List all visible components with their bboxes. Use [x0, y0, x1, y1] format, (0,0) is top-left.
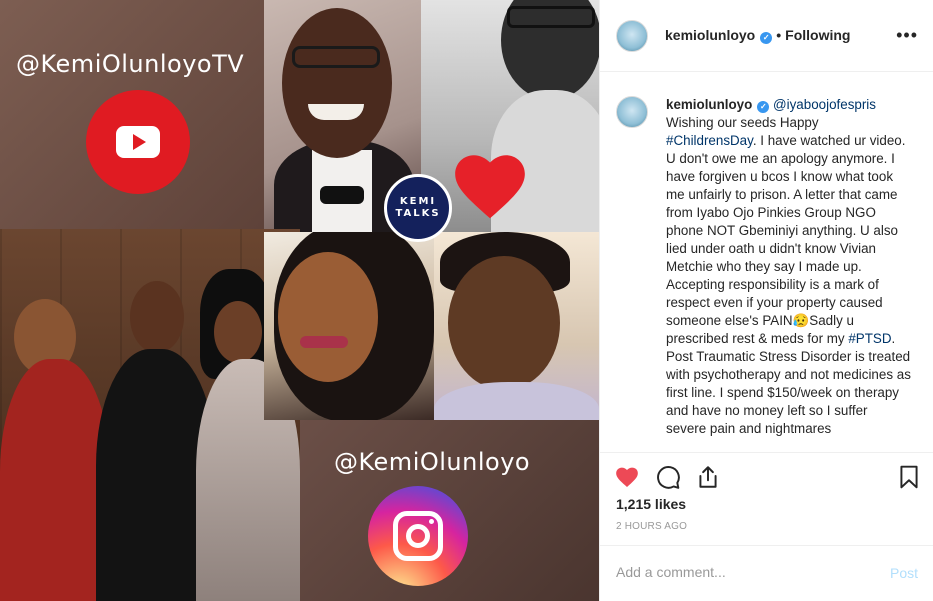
kemi-talks-badge: KEMI TALKS	[384, 174, 452, 242]
instagram-handle-text: @KemiOlunloyo	[334, 448, 531, 476]
caption-text-2: . I have watched ur video. U don't owe m…	[666, 133, 910, 346]
header-username-row: kemiolunloyo ✓ • Following	[665, 27, 850, 44]
badge-line-1: KEMI	[399, 196, 437, 207]
post-image[interactable]: @KemiOlunloyoTV KEMI TALKS @KemiOlunloyo	[0, 0, 599, 601]
following-button[interactable]: Following	[785, 27, 850, 43]
more-horizontal-icon[interactable]: •••	[896, 26, 918, 44]
youtube-logo-icon	[86, 90, 190, 194]
photo-boy	[434, 232, 599, 420]
share-icon[interactable]	[695, 464, 721, 490]
caption-avatar[interactable]	[616, 96, 648, 128]
verified-badge-icon: ✓	[757, 101, 770, 113]
post-comment-button[interactable]: Post	[890, 565, 918, 581]
youtube-tile: @KemiOlunloyoTV	[0, 0, 264, 229]
post-timestamp[interactable]: 2 HOURS AGO	[616, 521, 687, 532]
action-bar	[600, 452, 933, 500]
caption-area: kemiolunloyo ✓ @iyaboojofespris Wishing o…	[600, 72, 933, 452]
caption-mention-link[interactable]: @iyaboojofespris	[773, 97, 876, 112]
photo-woman	[264, 232, 434, 420]
youtube-handle-text: @KemiOlunloyoTV	[16, 50, 245, 78]
photo-family	[0, 229, 300, 601]
verified-badge-icon: ✓	[760, 32, 773, 44]
instagram-tile: @KemiOlunloyo	[300, 420, 599, 601]
header-username[interactable]: kemiolunloyo	[665, 27, 755, 43]
caption-text-3: . Post Traumatic Stress Disorder is trea…	[666, 331, 915, 436]
comment-input[interactable]	[616, 564, 876, 580]
separator: •	[776, 27, 782, 43]
caption-text-1: Wishing our seeds Happy	[666, 115, 823, 130]
heart-filled-icon[interactable]	[614, 464, 640, 490]
bookmark-icon[interactable]	[896, 464, 922, 490]
avatar[interactable]	[616, 19, 648, 52]
comment-icon[interactable]	[655, 464, 681, 490]
post-header: kemiolunloyo ✓ • Following •••	[600, 0, 933, 72]
hashtag-ptsd[interactable]: #PTSD	[848, 331, 891, 346]
heart-graphic-icon	[455, 155, 525, 219]
post-side-panel: kemiolunloyo ✓ • Following ••• kemiolunloyo…	[599, 0, 933, 601]
likes-count[interactable]: 1,215 likes	[616, 496, 686, 512]
caption-username[interactable]: kemiolunloyo	[666, 97, 752, 112]
add-comment-bar: Post	[600, 545, 933, 601]
instagram-logo-icon	[368, 486, 468, 586]
badge-line-2: TALKS	[395, 208, 441, 219]
caption: kemiolunloyo ✓ @iyaboojofespris Wishing o…	[666, 96, 911, 452]
hashtag-childrensday[interactable]: #ChildrensDay	[666, 133, 753, 148]
